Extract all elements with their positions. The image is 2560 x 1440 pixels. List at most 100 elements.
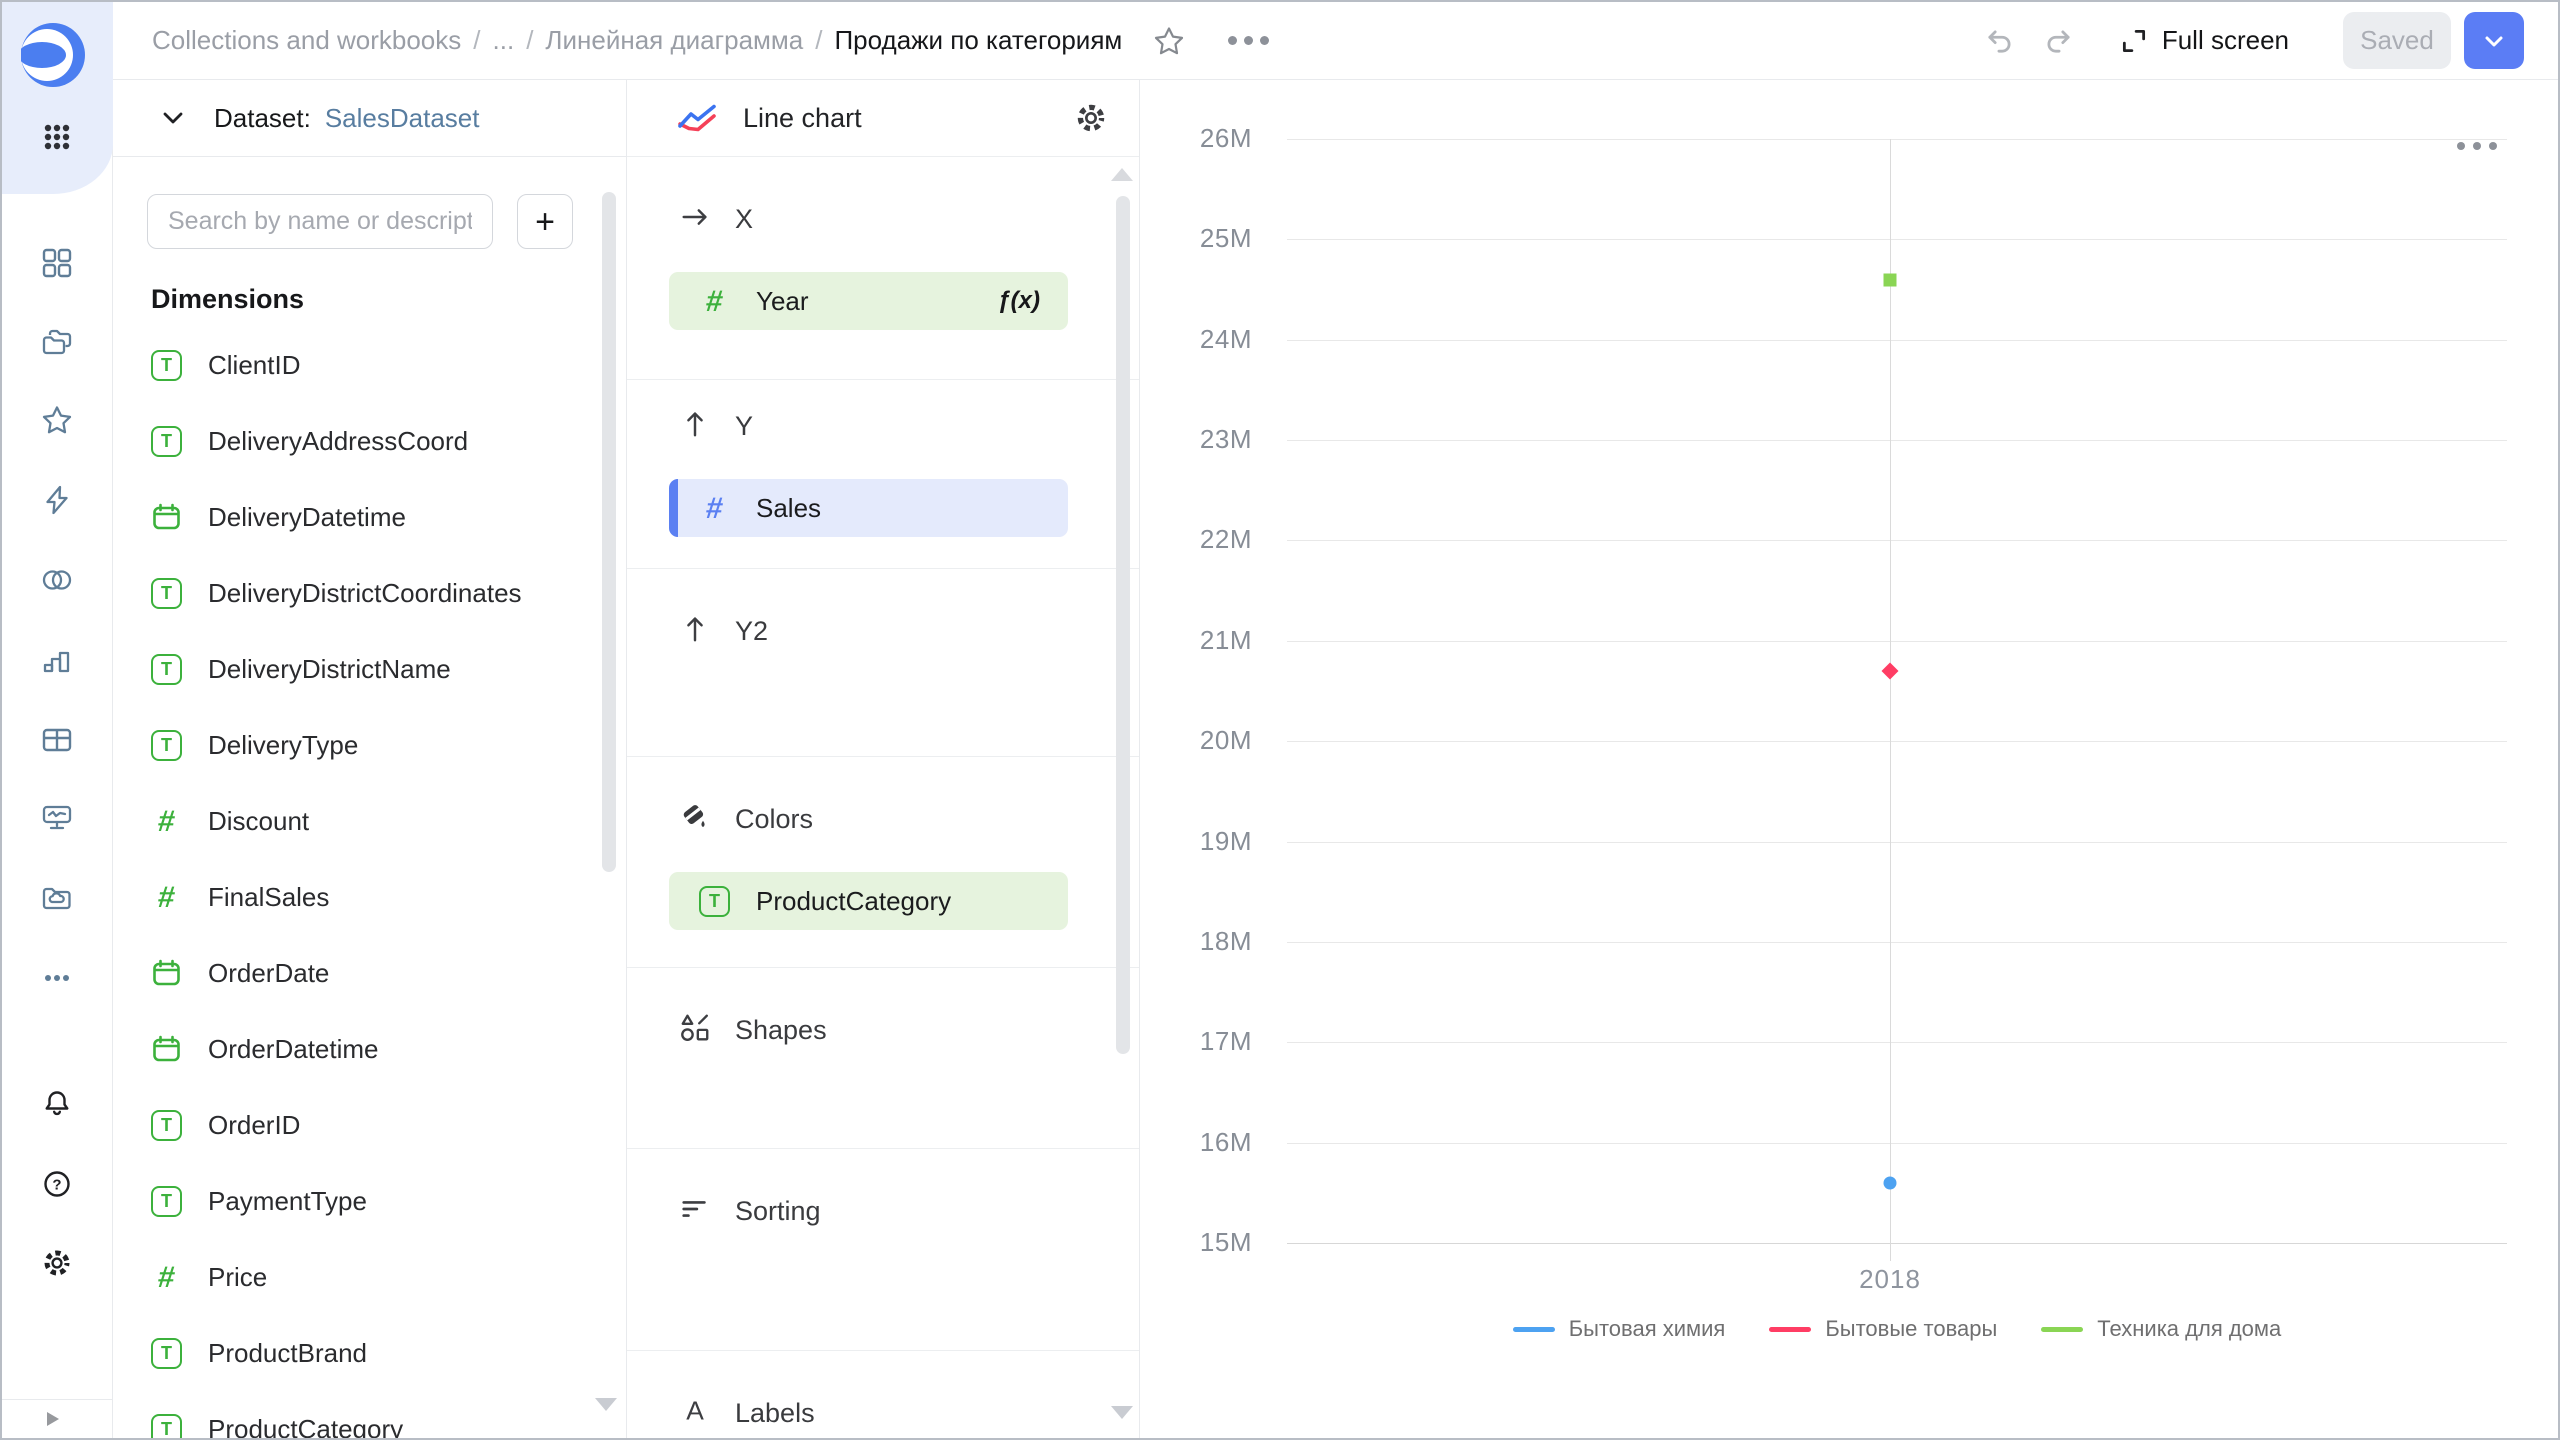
- folder-cloud-icon[interactable]: [38, 879, 76, 917]
- line-chart-icon: [678, 104, 716, 132]
- field-list-item[interactable]: DeliveryDatetime: [113, 479, 593, 555]
- shelf-pill-year[interactable]: # Year ƒ(x): [669, 272, 1068, 330]
- star-nav-icon[interactable]: [38, 401, 76, 439]
- gear-icon[interactable]: [38, 1244, 76, 1282]
- config-scroll-up-icon[interactable]: [1111, 168, 1133, 181]
- paint-bucket-icon: [679, 801, 711, 838]
- monitor-pulse-icon[interactable]: [38, 799, 76, 837]
- y-gridline: [1287, 841, 2507, 843]
- chart-settings-gear-icon[interactable]: [1073, 100, 1109, 136]
- chart-config-panel: Line chart X # Year ƒ(x) Y # Sales Y2 Colors T Pro…: [627, 80, 1140, 1438]
- config-scrollbar[interactable]: [1116, 196, 1130, 1054]
- tiles-icon[interactable]: [38, 244, 76, 282]
- field-name: PaymentType: [208, 1185, 367, 1216]
- dataset-label: Dataset:: [214, 102, 311, 133]
- more-nav-icon[interactable]: [38, 959, 76, 997]
- field-list-item[interactable]: T ProductBrand: [113, 1315, 593, 1391]
- legend-item[interactable]: Бытовая химия: [1512, 1316, 1725, 1342]
- field-list-item[interactable]: T DeliveryAddressCoord: [113, 403, 593, 479]
- rings-icon[interactable]: [38, 561, 76, 599]
- lightning-icon[interactable]: [38, 481, 76, 519]
- series-marker-square[interactable]: [1883, 273, 1897, 286]
- dataset-name-link[interactable]: SalesDataset: [325, 103, 480, 134]
- y-gridline: [1287, 339, 2507, 341]
- undo-icon[interactable]: [1978, 19, 2022, 63]
- text-field-icon: T: [151, 1337, 182, 1369]
- pill-field-name: Sales: [756, 492, 822, 523]
- y-gridline: [1287, 139, 2507, 140]
- field-list-item[interactable]: OrderDatetime: [113, 1011, 593, 1087]
- field-list-item[interactable]: T DeliveryDistrictCoordinates: [113, 555, 593, 631]
- field-list-item[interactable]: # Discount: [113, 783, 593, 859]
- breadcrumb: Collections and workbooks /... / Линейная д…: [152, 25, 1122, 56]
- shelf-sorting: Sorting: [627, 1149, 1139, 1351]
- topbar-actions: Full screen Saved: [1978, 12, 2524, 69]
- config-scroll-down-icon[interactable]: [1111, 1406, 1133, 1419]
- chart-type-label[interactable]: Line chart: [743, 103, 862, 134]
- date-field-icon: [151, 958, 182, 989]
- date-field-icon: [151, 1034, 182, 1065]
- chart-menu-ellipsis-icon[interactable]: [2457, 142, 2497, 150]
- redo-icon[interactable]: [2036, 19, 2080, 63]
- y-axis-tick-label: 15M: [1199, 1226, 1252, 1257]
- formula-fx-icon[interactable]: ƒ(x): [997, 287, 1040, 315]
- legend-item[interactable]: Техника для дома: [2041, 1316, 2281, 1342]
- help-icon[interactable]: ?: [38, 1165, 76, 1203]
- shelf-header: Shapes: [627, 1012, 1139, 1049]
- dataset-scrollbar[interactable]: [602, 192, 616, 872]
- breadcrumb-segment[interactable]: Линейная диаграмма: [545, 25, 803, 56]
- breadcrumb-segment[interactable]: ...: [493, 25, 515, 56]
- number-field-icon: #: [156, 880, 177, 913]
- field-name: DeliveryDistrictName: [208, 653, 451, 684]
- bar-chart-icon[interactable]: [38, 641, 76, 679]
- chevron-down-icon: [2485, 36, 2503, 46]
- folders-icon[interactable]: [38, 323, 76, 361]
- save-dropdown-button[interactable]: [2464, 12, 2524, 69]
- field-list-item[interactable]: T PaymentType: [113, 1163, 593, 1239]
- add-field-button[interactable]: +: [517, 194, 573, 249]
- text-field-icon: T: [699, 885, 730, 917]
- field-list-item[interactable]: T OrderID: [113, 1087, 593, 1163]
- table-icon[interactable]: [38, 721, 76, 759]
- fullscreen-icon[interactable]: [2112, 19, 2156, 63]
- apps-grid-icon[interactable]: [38, 118, 76, 156]
- shelf-shapes: Shapes: [627, 968, 1139, 1149]
- y-axis-tick-label: 21M: [1199, 624, 1252, 655]
- saved-button[interactable]: Saved: [2343, 12, 2451, 69]
- breadcrumb-current[interactable]: Продажи по категориям: [834, 25, 1122, 56]
- legend-swatch: [2041, 1326, 2084, 1332]
- field-name: Price: [208, 1261, 268, 1292]
- datalens-logo[interactable]: [18, 23, 85, 87]
- field-list-item[interactable]: # FinalSales: [113, 859, 593, 935]
- breadcrumb-segment[interactable]: Collections and workbooks: [152, 25, 461, 56]
- bell-icon[interactable]: [38, 1085, 76, 1123]
- field-list-item[interactable]: T ClientID: [113, 327, 593, 403]
- shelf-pill-sales[interactable]: # Sales: [669, 479, 1068, 537]
- field-list-item[interactable]: T DeliveryType: [113, 707, 593, 783]
- y-gridline: [1287, 1243, 2507, 1244]
- field-list-item[interactable]: T ProductCategory: [113, 1391, 593, 1438]
- field-list-item[interactable]: T DeliveryDistrictName: [113, 631, 593, 707]
- arrow-up-icon: [679, 408, 711, 445]
- field-list-item[interactable]: # Price: [113, 1239, 593, 1315]
- dimensions-list: T ClientID T DeliveryAddressCoord DeliveryDa…: [113, 327, 593, 1438]
- pill-field-name: ProductCategory: [756, 885, 952, 916]
- field-name: DeliveryDatetime: [208, 501, 406, 532]
- shelf-header: Colors: [627, 801, 1139, 838]
- series-marker-circle[interactable]: [1883, 1176, 1897, 1190]
- legend-item[interactable]: Бытовые товары: [1769, 1316, 1997, 1342]
- dataset-scroll-down-icon[interactable]: [595, 1398, 617, 1411]
- y-axis-tick-label: 24M: [1199, 323, 1252, 354]
- shelf-x: X # Year ƒ(x): [627, 157, 1139, 380]
- breadcrumb-more-icon[interactable]: [1228, 36, 1270, 45]
- shelf-pill-productcategory[interactable]: T ProductCategory: [669, 872, 1068, 930]
- y-axis-tick-label: 16M: [1199, 1126, 1252, 1157]
- favorite-star-icon[interactable]: [1152, 24, 1186, 58]
- field-list-item[interactable]: OrderDate: [113, 935, 593, 1011]
- dataset-collapse-chevron-icon[interactable]: [159, 104, 187, 132]
- series-marker-diamond[interactable]: [1881, 662, 1899, 680]
- fullscreen-label[interactable]: Full screen: [2162, 25, 2289, 56]
- field-search-input[interactable]: [147, 194, 493, 249]
- expand-play-icon[interactable]: [40, 1407, 64, 1431]
- shapes-icon: [679, 1012, 711, 1049]
